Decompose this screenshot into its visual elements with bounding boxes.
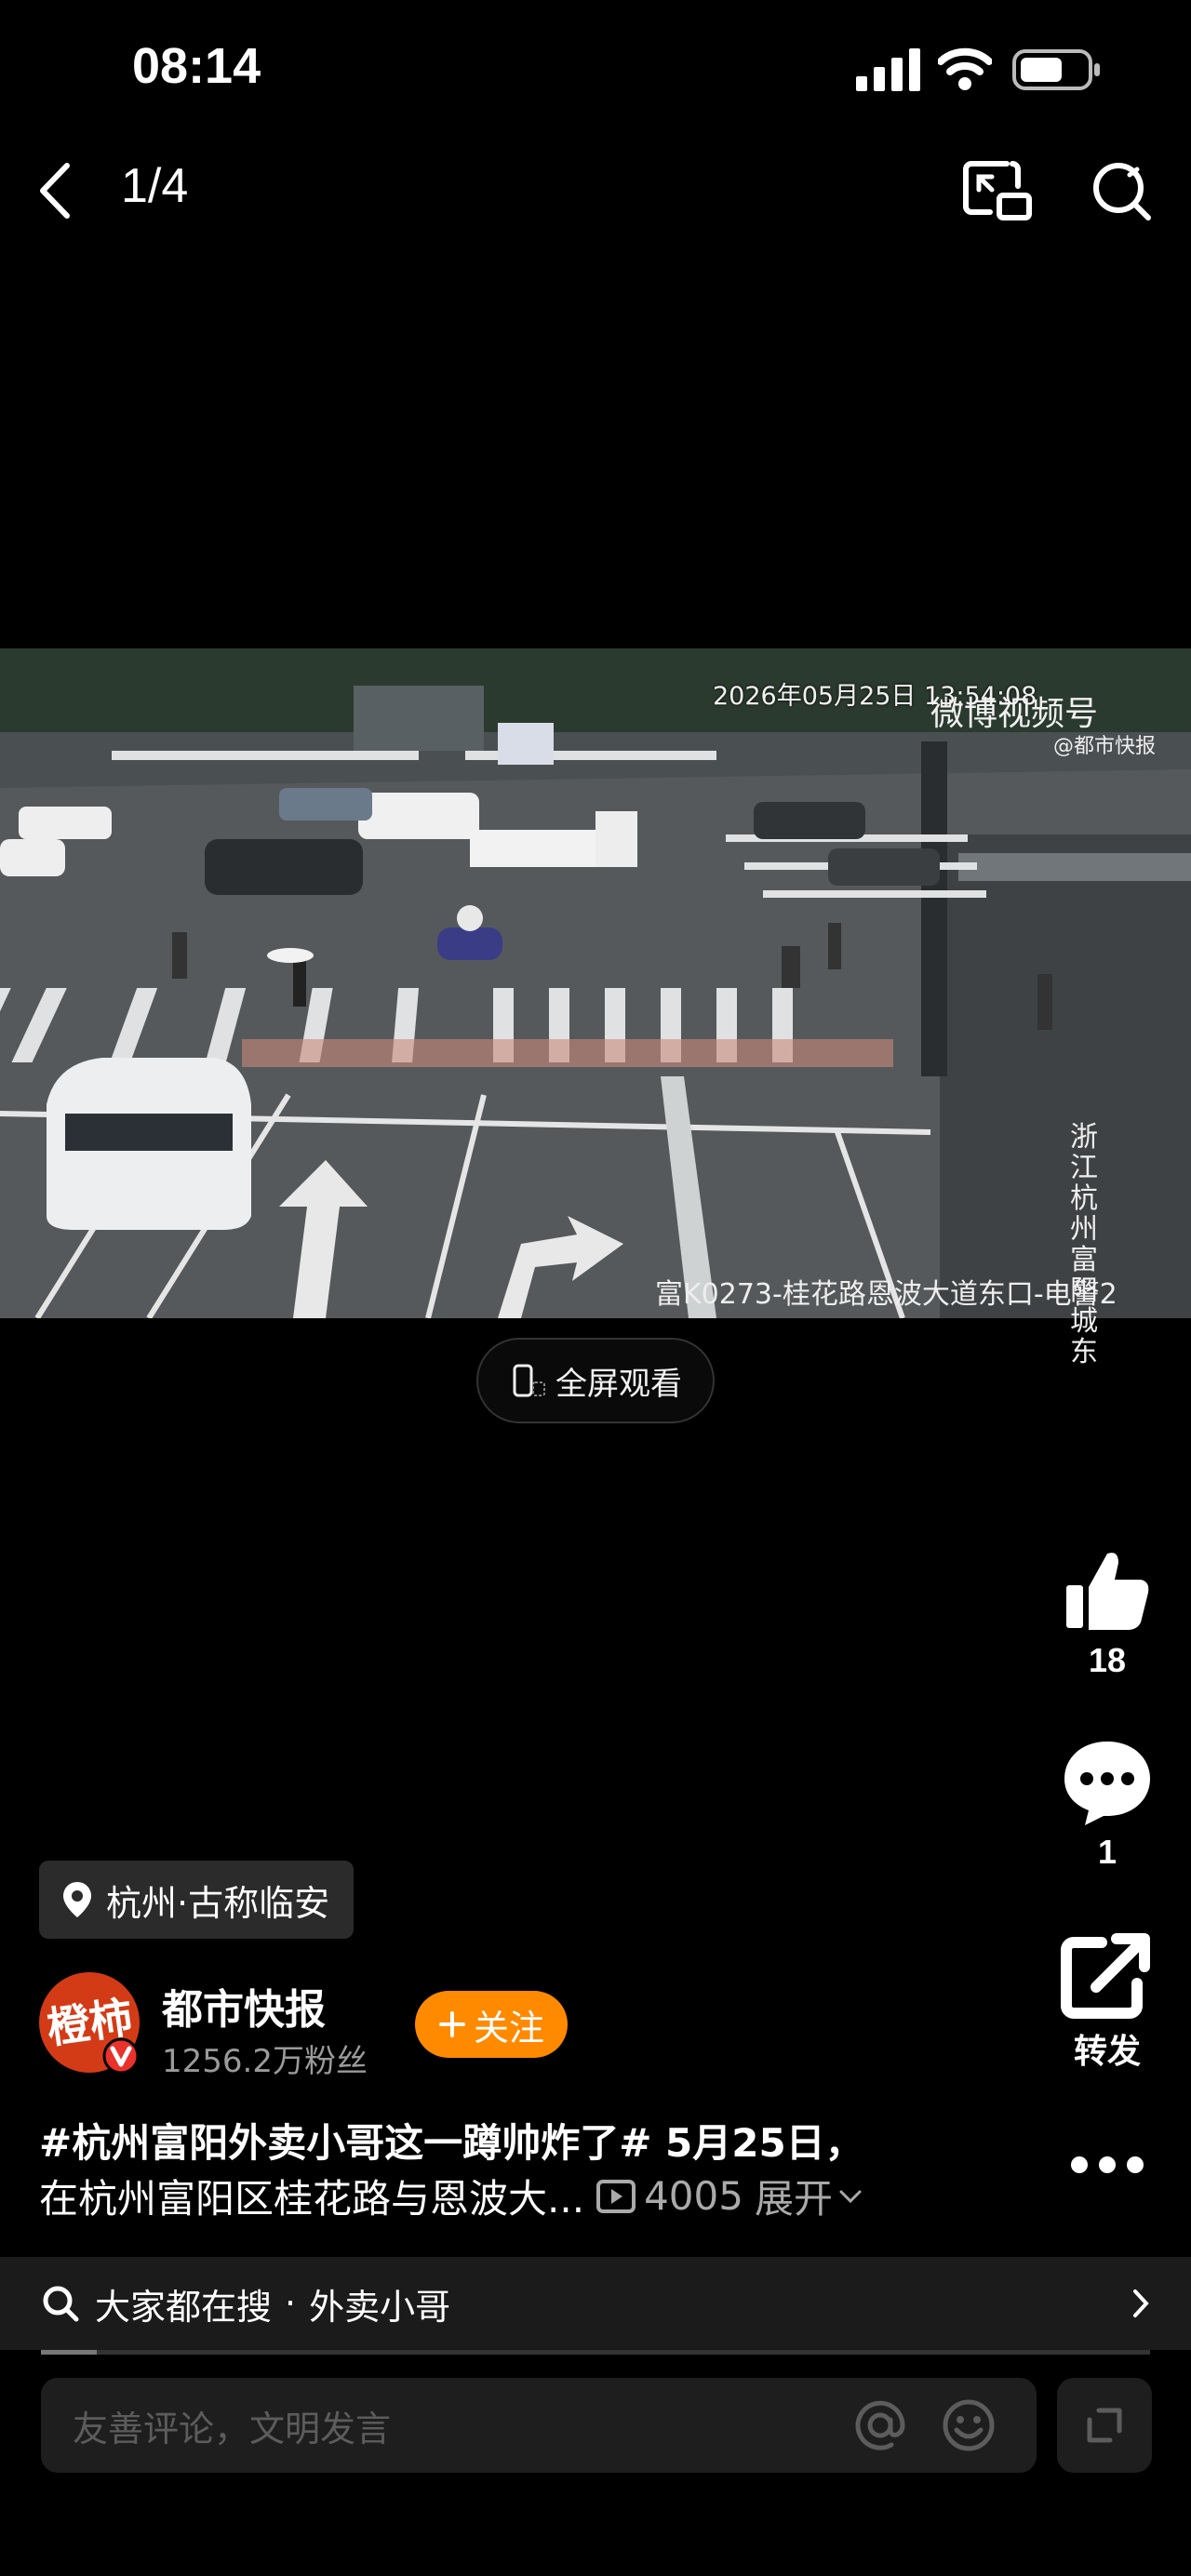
emoji-icon[interactable] [942,2398,996,2452]
description-line-1: #杭州富阳外卖小哥这一蹲帅炸了# 5月25日， [39,2112,864,2169]
description-text-1: #杭州富阳外卖小哥这一蹲帅炸了# 5月25日， [39,2120,864,2166]
search-icon[interactable] [1089,158,1154,223]
video-player[interactable] [0,648,1191,1318]
fullscreen-label: 全屏观看 [555,1365,682,1403]
search-icon [43,2286,79,2322]
weibo-watermark: 微博视频号 [930,695,1099,733]
mention-icon[interactable] [854,2399,906,2451]
view-count: 4005 [644,2173,743,2219]
share-icon [1061,1933,1150,2019]
image-counter: 1/4 [121,159,189,213]
author-name[interactable]: 都市快报 [162,1976,326,2035]
view-count-group: 4005 [596,2173,743,2219]
hot-search-term: 外卖小哥 [309,2286,451,2328]
verified-badge-icon [102,2037,140,2075]
camera-label: 富K0273-桂花路恩波大道东口-电警2 [655,1278,1117,1311]
chevron-down-icon [839,2190,862,2203]
traffic-scene [0,648,1191,1318]
status-time: 08:14 [132,38,261,94]
back-arrow-icon[interactable] [32,158,78,223]
author-fans: 1256.2万粉丝 [162,2043,368,2080]
play-count-icon [596,2179,636,2213]
hot-search-bar[interactable]: 大家都在搜 · 外卖小哥 [0,2257,1191,2350]
like-button[interactable]: 18 [1061,1544,1154,1680]
share-label: 转发 [1073,2033,1141,2071]
comment-input[interactable]: 友善评论，文明发言 [41,2378,1037,2473]
expand-comments-button[interactable] [1057,2378,1152,2473]
rotate-phone-icon [513,1364,545,1397]
description-text-2: 在杭州富阳区桂花路与恩波大... [39,2176,585,2222]
comment-count: 1 [1097,1833,1117,1871]
fullscreen-button[interactable]: 全屏观看 [476,1338,715,1423]
thumbs-up-icon [1066,1553,1149,1630]
chevron-right-icon [1133,2289,1149,2317]
more-options-icon[interactable] [1068,2151,1146,2179]
share-button[interactable]: 转发 [1061,1931,1154,2073]
comment-placeholder: 友善评论，文明发言 [73,2408,392,2449]
wifi-icon [938,47,992,90]
video-progress-bar[interactable] [41,2350,1150,2355]
signal-icon [856,48,920,91]
location-tag-label: 杭州·古称临安 [106,1882,330,1924]
hot-search-separator: · [285,2283,297,2324]
expand-label: 展开 [754,2176,833,2222]
battery-icon [1012,49,1100,90]
picture-in-picture-icon[interactable] [962,158,1033,221]
hot-search-prefix: 大家都在搜 [95,2286,273,2328]
expand-button[interactable]: 展开 [755,2168,863,2224]
comment-bubble-icon [1064,1742,1150,1825]
follow-label: 关注 [473,2007,544,2049]
watermark-handle: @都市快报 [1053,735,1157,758]
location-tag[interactable]: 杭州·古称临安 [39,1861,355,1939]
plus-icon [438,2011,465,2037]
comment-button[interactable]: 1 [1061,1736,1154,1872]
description-line-2[interactable]: 在杭州富阳区桂花路与恩波大... 4005 展开 [39,2168,863,2224]
progress-fill [41,2350,97,2355]
like-count: 18 [1088,1641,1127,1679]
expand-icon [1087,2408,1122,2443]
location-pin-icon [63,1882,91,1917]
follow-button[interactable]: 关注 [415,1991,568,2058]
location-overlay: 浙江杭州富阳城东 [1070,1121,1098,1368]
